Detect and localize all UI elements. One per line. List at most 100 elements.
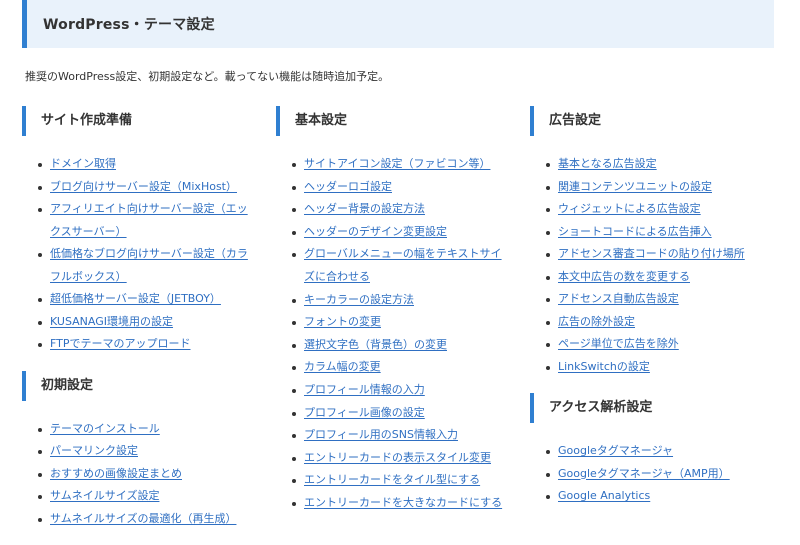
bullet-icon <box>546 495 550 499</box>
article-link[interactable]: 超低価格サーバー設定（JETBOY） <box>50 292 221 305</box>
list-item: サムネイルサイズの最適化（再生成） <box>36 508 254 531</box>
article-link[interactable]: サイトアイコン設定（ファビコン等） <box>304 157 490 170</box>
list-item: 関連コンテンツユニットの設定 <box>544 176 762 199</box>
article-link[interactable]: 選択文字色（背景色）の変更 <box>304 338 447 351</box>
article-link[interactable]: Googleタグマネージャ <box>558 444 673 457</box>
list-item: アドセンス自動広告設定 <box>544 288 762 311</box>
list-item: パーマリンク設定 <box>36 440 254 463</box>
article-link[interactable]: ブログ向けサーバー設定（MixHost） <box>50 180 237 193</box>
list-item: アドセンス審査コードの貼り付け場所 <box>544 243 762 266</box>
article-link[interactable]: テーマのインストール <box>50 422 160 435</box>
intro-text: 推奨のWordPress設定、初期設定など。載ってない機能は随時追加予定。 <box>25 70 390 83</box>
article-link[interactable]: サムネイルサイズの最適化（再生成） <box>50 512 236 525</box>
bullet-icon <box>292 434 296 439</box>
article-link[interactable]: Google Analytics <box>558 489 650 502</box>
list-item: 選択文字色（背景色）の変更 <box>290 334 508 357</box>
list-item: ページ単位で広告を除外 <box>544 333 762 356</box>
bullet-icon <box>292 456 296 461</box>
list-item: テーマのインストール <box>36 418 254 441</box>
page-title: WordPress・テーマ設定 <box>43 17 215 33</box>
section-title: アクセス解析設定 <box>530 393 762 423</box>
list-item: ウィジェットによる広告設定 <box>544 198 762 221</box>
list-item: 広告の除外設定 <box>544 311 762 334</box>
article-link[interactable]: プロフィール用のSNS情報入力 <box>304 428 458 441</box>
list-item: エントリーカードの表示スタイル変更 <box>290 447 508 470</box>
article-link[interactable]: 関連コンテンツユニットの設定 <box>558 180 712 193</box>
bullet-icon <box>546 208 550 212</box>
section: 広告設定基本となる広告設定関連コンテンツユニットの設定 ウィジェットによる広告設定… <box>530 106 762 378</box>
bullet-icon <box>546 298 550 302</box>
bullet-icon <box>38 517 42 522</box>
column-3: 広告設定基本となる広告設定関連コンテンツユニットの設定 ウィジェットによる広告設定… <box>530 106 762 523</box>
bullet-icon <box>292 185 296 190</box>
article-link[interactable]: ヘッダーロゴ設定 <box>304 180 392 193</box>
article-link[interactable]: アドセンス審査コードの貼り付け場所 <box>558 247 745 260</box>
article-link[interactable]: Googleタグマネージャ（AMP用） <box>558 467 730 480</box>
list-item: おすすめの画像設定まとめ <box>36 463 254 486</box>
article-link[interactable]: フォントの変更 <box>304 315 381 328</box>
article-link[interactable]: エントリーカードの表示スタイル変更 <box>304 451 491 464</box>
list-item: エントリーカードをタイル型にする <box>290 469 508 492</box>
bullet-icon <box>546 450 550 454</box>
bullet-icon <box>546 343 550 347</box>
article-link[interactable]: キーカラーの設定方法 <box>304 293 414 306</box>
article-link[interactable]: 基本となる広告設定 <box>558 157 657 170</box>
bullet-icon <box>292 321 296 326</box>
article-link[interactable]: エントリーカードをタイル型にする <box>304 473 480 486</box>
article-link[interactable]: カラム幅の変更 <box>304 360 381 373</box>
list-item: ヘッダー背景の設定方法 <box>290 198 508 221</box>
bullet-icon <box>38 185 42 190</box>
article-link[interactable]: 本文中広告の数を変更する <box>558 270 690 283</box>
list-item: ブログ向けサーバー設定（MixHost） <box>36 176 254 199</box>
article-link[interactable]: アフィリエイト向けサーバー設定（エックスサーバー） <box>50 202 248 238</box>
article-link[interactable]: プロフィール情報の入力 <box>304 383 425 396</box>
list-item: ヘッダーのデザイン変更設定 <box>290 221 508 244</box>
list-item: プロフィール情報の入力 <box>290 379 508 402</box>
list-item: ヘッダーロゴ設定 <box>290 176 508 199</box>
article-link[interactable]: パーマリンク設定 <box>50 444 138 457</box>
section-title: 基本設定 <box>276 106 508 136</box>
list-item: カラム幅の変更 <box>290 356 508 379</box>
list-item: 超低価格サーバー設定（JETBOY） <box>36 288 254 311</box>
bullet-icon <box>292 163 296 167</box>
article-link[interactable]: LinkSwitchの設定 <box>558 360 650 373</box>
link-list: ドメイン取得ブログ向けサーバー設定（MixHost） アフィリエイト向けサーバー設… <box>22 153 254 356</box>
bullet-icon <box>292 208 296 213</box>
article-link[interactable]: アドセンス自動広告設定 <box>558 292 679 305</box>
section: 初期設定 テーマのインストール パーマリンク設定 おすすめの画像設定まとめ サムネイルサ… <box>22 370 254 531</box>
bullet-icon <box>546 472 550 477</box>
bullet-icon <box>546 163 550 167</box>
article-link[interactable]: 広告の除外設定 <box>558 315 635 328</box>
article-link[interactable]: ウィジェットによる広告設定 <box>558 202 701 215</box>
list-item: アフィリエイト向けサーバー設定（エックスサーバー） <box>36 198 254 243</box>
bullet-icon <box>38 472 42 477</box>
bullet-icon <box>292 388 296 393</box>
article-link[interactable]: プロフィール画像の設定 <box>304 406 425 419</box>
section: 基本設定サイトアイコン設定（ファビコン等） ヘッダーロゴ設定ヘッダー背景の設定方法… <box>276 106 508 515</box>
article-link[interactable]: KUSANAGI環境用の設定 <box>50 315 173 328</box>
bullet-icon <box>38 450 42 454</box>
list-item: プロフィール用のSNS情報入力 <box>290 424 508 447</box>
list-item: 基本となる広告設定 <box>544 153 762 176</box>
list-item: ショートコードによる広告挿入 <box>544 221 762 244</box>
bullet-icon <box>546 365 550 370</box>
page-header: WordPress・テーマ設定 <box>22 0 774 48</box>
bullet-icon <box>38 253 42 257</box>
bullet-icon <box>38 495 42 499</box>
article-link[interactable]: サムネイルサイズ設定 <box>50 489 159 502</box>
article-link[interactable]: グローバルメニューの幅をテキストサイズに合わせる <box>304 247 502 283</box>
article-link[interactable]: ページ単位で広告を除外 <box>558 337 679 350</box>
section-title: 広告設定 <box>530 106 762 136</box>
article-link[interactable]: ヘッダーのデザイン変更設定 <box>304 225 447 238</box>
article-link[interactable]: ドメイン取得 <box>50 157 116 170</box>
list-item: LinkSwitchの設定 <box>544 356 762 379</box>
article-link[interactable]: ヘッダー背景の設定方法 <box>304 202 425 215</box>
article-link[interactable]: FTPでテーマのアップロード <box>50 337 191 350</box>
link-list: Googleタグマネージャ Googleタグマネージャ（AMP用） Google A… <box>530 440 762 508</box>
article-link[interactable]: エントリーカードを大きなカードにする <box>304 496 502 509</box>
list-item: KUSANAGI環境用の設定 <box>36 311 254 334</box>
list-item: 低価格なブログ向けサーバー設定（カラフルボックス） <box>36 243 254 288</box>
article-link[interactable]: 低価格なブログ向けサーバー設定（カラフルボックス） <box>50 247 248 283</box>
article-link[interactable]: ショートコードによる広告挿入 <box>558 225 712 238</box>
article-link[interactable]: おすすめの画像設定まとめ <box>50 467 182 480</box>
